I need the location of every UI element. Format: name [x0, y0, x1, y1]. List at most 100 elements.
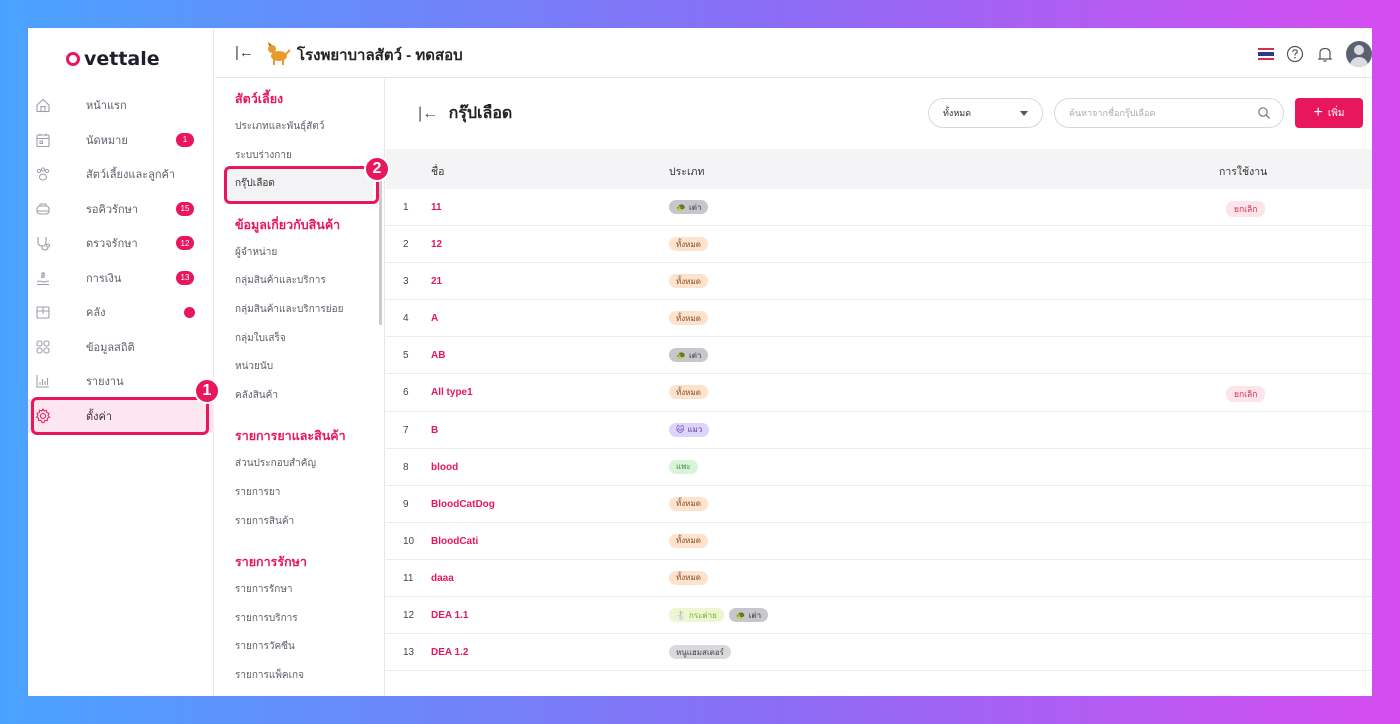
- type-tags: 🐢 เต่า: [669, 200, 709, 214]
- sidebar-item-2[interactable]: นัดหมาย 1: [28, 123, 214, 158]
- sidebar-item-label: รอคิวรักษา: [86, 203, 139, 216]
- bell-icon[interactable]: [1316, 45, 1334, 63]
- sidebar-item-label: ตั้งค่า: [86, 410, 113, 423]
- hospital-name[interactable]: โรงพยาบาลสัตว์ - ทดสอบ: [297, 43, 463, 67]
- blood-group-table: ชื่อ ประเภท การใช้งาน 1 11 🐢 เต่า ยกเลิก 2 12 ท…: [386, 149, 1372, 672]
- sidebar-item-label: การเงิน: [86, 272, 122, 285]
- row-index: 7: [403, 424, 409, 436]
- table-row[interactable]: 12 DEA 1.1 🐇 กระต่าย 🐢 เต่า: [386, 597, 1372, 635]
- sidebar-item-6[interactable]: การเงิน 13: [28, 261, 214, 296]
- column-header-type[interactable]: ประเภท: [669, 163, 704, 180]
- table-row[interactable]: 9 BloodCatDog ทั้งหมด: [386, 486, 1372, 523]
- logo[interactable]: vettale: [66, 48, 160, 70]
- submenu-section-title: รายการรักษา: [235, 555, 307, 570]
- blood-group-name-link[interactable]: BloodCati: [431, 536, 478, 547]
- blood-group-name-link[interactable]: blood: [431, 462, 458, 473]
- help-icon[interactable]: [1286, 45, 1304, 63]
- thai-flag-icon[interactable]: [1258, 48, 1274, 60]
- blood-group-name-link[interactable]: BloodCatDog: [431, 499, 495, 510]
- submenu-item[interactable]: รายการวัคซีน: [235, 639, 295, 654]
- add-button[interactable]: + เพิ่ม: [1295, 98, 1363, 128]
- type-tags: ทั้งหมด: [669, 570, 708, 585]
- sidebar-item-label: นัดหมาย: [86, 134, 128, 147]
- table-row[interactable]: 11 daaa ทั้งหมด: [386, 560, 1372, 598]
- table-row[interactable]: 1 11 🐢 เต่า ยกเลิก: [386, 189, 1372, 227]
- type-filter-select[interactable]: ทั้งหมด: [928, 98, 1043, 128]
- sidebar-item-3[interactable]: สัตว์เลี้ยงและลูกค้า: [28, 157, 214, 192]
- blood-group-name-link[interactable]: 12: [431, 239, 442, 250]
- search-icon[interactable]: [1257, 106, 1271, 120]
- row-index: 3: [403, 276, 409, 288]
- table-row[interactable]: 6 All type1 ทั้งหมด ยกเลิก: [386, 374, 1372, 412]
- sidebar-item-5[interactable]: ตรวจรักษา 12: [28, 226, 214, 261]
- type-tag: ทั้งหมด: [669, 496, 708, 511]
- table-row[interactable]: 5 AB 🐢 เต่า: [386, 337, 1372, 375]
- submenu-item[interactable]: กลุ่มใบเสร็จ: [235, 331, 286, 346]
- blood-group-name-link[interactable]: B: [431, 425, 438, 436]
- submenu-item[interactable]: กลุ่มสินค้าและบริการ: [235, 273, 326, 288]
- submenu-item[interactable]: คลังสินค้า: [235, 388, 278, 403]
- submenu-scrollbar[interactable]: [379, 179, 382, 325]
- collapse-sidebar-icon[interactable]: |←: [235, 44, 254, 61]
- submenu-item[interactable]: รายการแพ็คเกจ: [235, 668, 304, 683]
- blood-group-name-link[interactable]: DEA 1.1: [431, 610, 468, 621]
- sidebar-item-label: ตรวจรักษา: [86, 238, 138, 251]
- report-icon: [34, 372, 52, 390]
- column-header-name[interactable]: ชื่อ: [431, 163, 444, 180]
- table-row[interactable]: 2 12 ทั้งหมด: [386, 226, 1372, 264]
- submenu-item[interactable]: ส่วนประกอบสำคัญ: [235, 456, 316, 471]
- home-icon: [34, 96, 52, 114]
- type-tag-label: หนูแฮมสเตอร์: [676, 647, 724, 657]
- table-row[interactable]: 13 DEA 1.2 หนูแฮมสเตอร์: [386, 634, 1372, 672]
- table-row[interactable]: 7 B 🐱 แมว: [386, 412, 1372, 449]
- submenu-item[interactable]: ผู้จำหน่าย: [235, 245, 277, 260]
- table-row[interactable]: 3 21 ทั้งหมด: [386, 263, 1372, 301]
- table-row[interactable]: 10 BloodCati ทั้งหมด: [386, 523, 1372, 560]
- type-tag: หนูแฮมสเตอร์: [669, 645, 731, 660]
- type-tag: ทั้งหมด: [669, 237, 708, 252]
- back-icon[interactable]: |←: [418, 105, 438, 122]
- submenu-item[interactable]: รายการยา: [235, 485, 280, 500]
- column-header-usage[interactable]: การใช้งาน: [1219, 163, 1267, 180]
- submenu-item[interactable]: รายการสินค้า: [235, 514, 294, 529]
- submenu-item[interactable]: ระบบร่างกาย: [235, 148, 292, 163]
- submenu-item[interactable]: ประเภทและพันธุ์สัตว์: [235, 119, 324, 134]
- sidebar-nav: หน้าแรก นัดหมาย 1 สัตว์เลี้ยงและลูกค้า รอคิว…: [28, 88, 214, 433]
- row-index: 1: [403, 202, 409, 213]
- gear-icon: [34, 407, 52, 425]
- count-badge: 15: [176, 201, 194, 216]
- type-tag-label: แพะ: [676, 462, 691, 472]
- submenu-item[interactable]: กลุ่มสินค้าและบริการย่อย: [235, 302, 343, 317]
- callout-number-2: 2: [364, 156, 390, 182]
- type-tag-label: ทั้งหมด: [676, 536, 701, 546]
- turtle-icon: 🐢: [676, 202, 686, 212]
- sidebar-item-label: คลัง: [86, 307, 106, 320]
- table-row[interactable]: 4 A ทั้งหมด: [386, 300, 1372, 338]
- blood-group-name-link[interactable]: A: [431, 313, 438, 324]
- sidebar-item-4[interactable]: รอคิวรักษา 15: [28, 192, 214, 227]
- sidebar-item-10[interactable]: ตั้งค่า: [28, 398, 214, 433]
- top-header: |← โรงพยาบาลสัตว์ - ทดสอบ: [215, 28, 1372, 78]
- type-tag-label: ทั้งหมด: [676, 499, 701, 509]
- submenu-item[interactable]: กรุ๊ปเลือด: [235, 176, 275, 191]
- row-index: 2: [403, 239, 409, 251]
- search-input[interactable]: ค้นหาจากชื่อกรุ๊ปเลือด: [1054, 98, 1284, 128]
- submenu-item[interactable]: หน่วยนับ: [235, 359, 273, 374]
- blood-group-name-link[interactable]: 21: [431, 276, 442, 287]
- sidebar-item-9[interactable]: รายงาน: [28, 364, 214, 399]
- sidebar-item-7[interactable]: คลัง: [28, 295, 214, 330]
- avatar[interactable]: [1346, 41, 1372, 67]
- logo-text: vettale: [84, 48, 160, 70]
- submenu-item[interactable]: รายการรักษา: [235, 582, 293, 597]
- blood-group-name-link[interactable]: AB: [431, 350, 445, 361]
- submenu-item[interactable]: รายการบริการ: [235, 611, 298, 626]
- blood-group-name-link[interactable]: All type1: [431, 387, 473, 398]
- blood-group-name-link[interactable]: daaa: [431, 573, 454, 584]
- blood-group-name-link[interactable]: DEA 1.2: [431, 647, 468, 658]
- type-tag-label: ทั้งหมด: [676, 239, 701, 249]
- sidebar-item-1[interactable]: หน้าแรก: [28, 88, 214, 123]
- sidebar-item-8[interactable]: ข้อมูลสถิติ: [28, 330, 214, 365]
- blood-group-name-link[interactable]: 11: [431, 202, 442, 213]
- table-row[interactable]: 8 blood แพะ: [386, 449, 1372, 486]
- page-title-text: กรุ๊ปเลือด: [448, 105, 513, 122]
